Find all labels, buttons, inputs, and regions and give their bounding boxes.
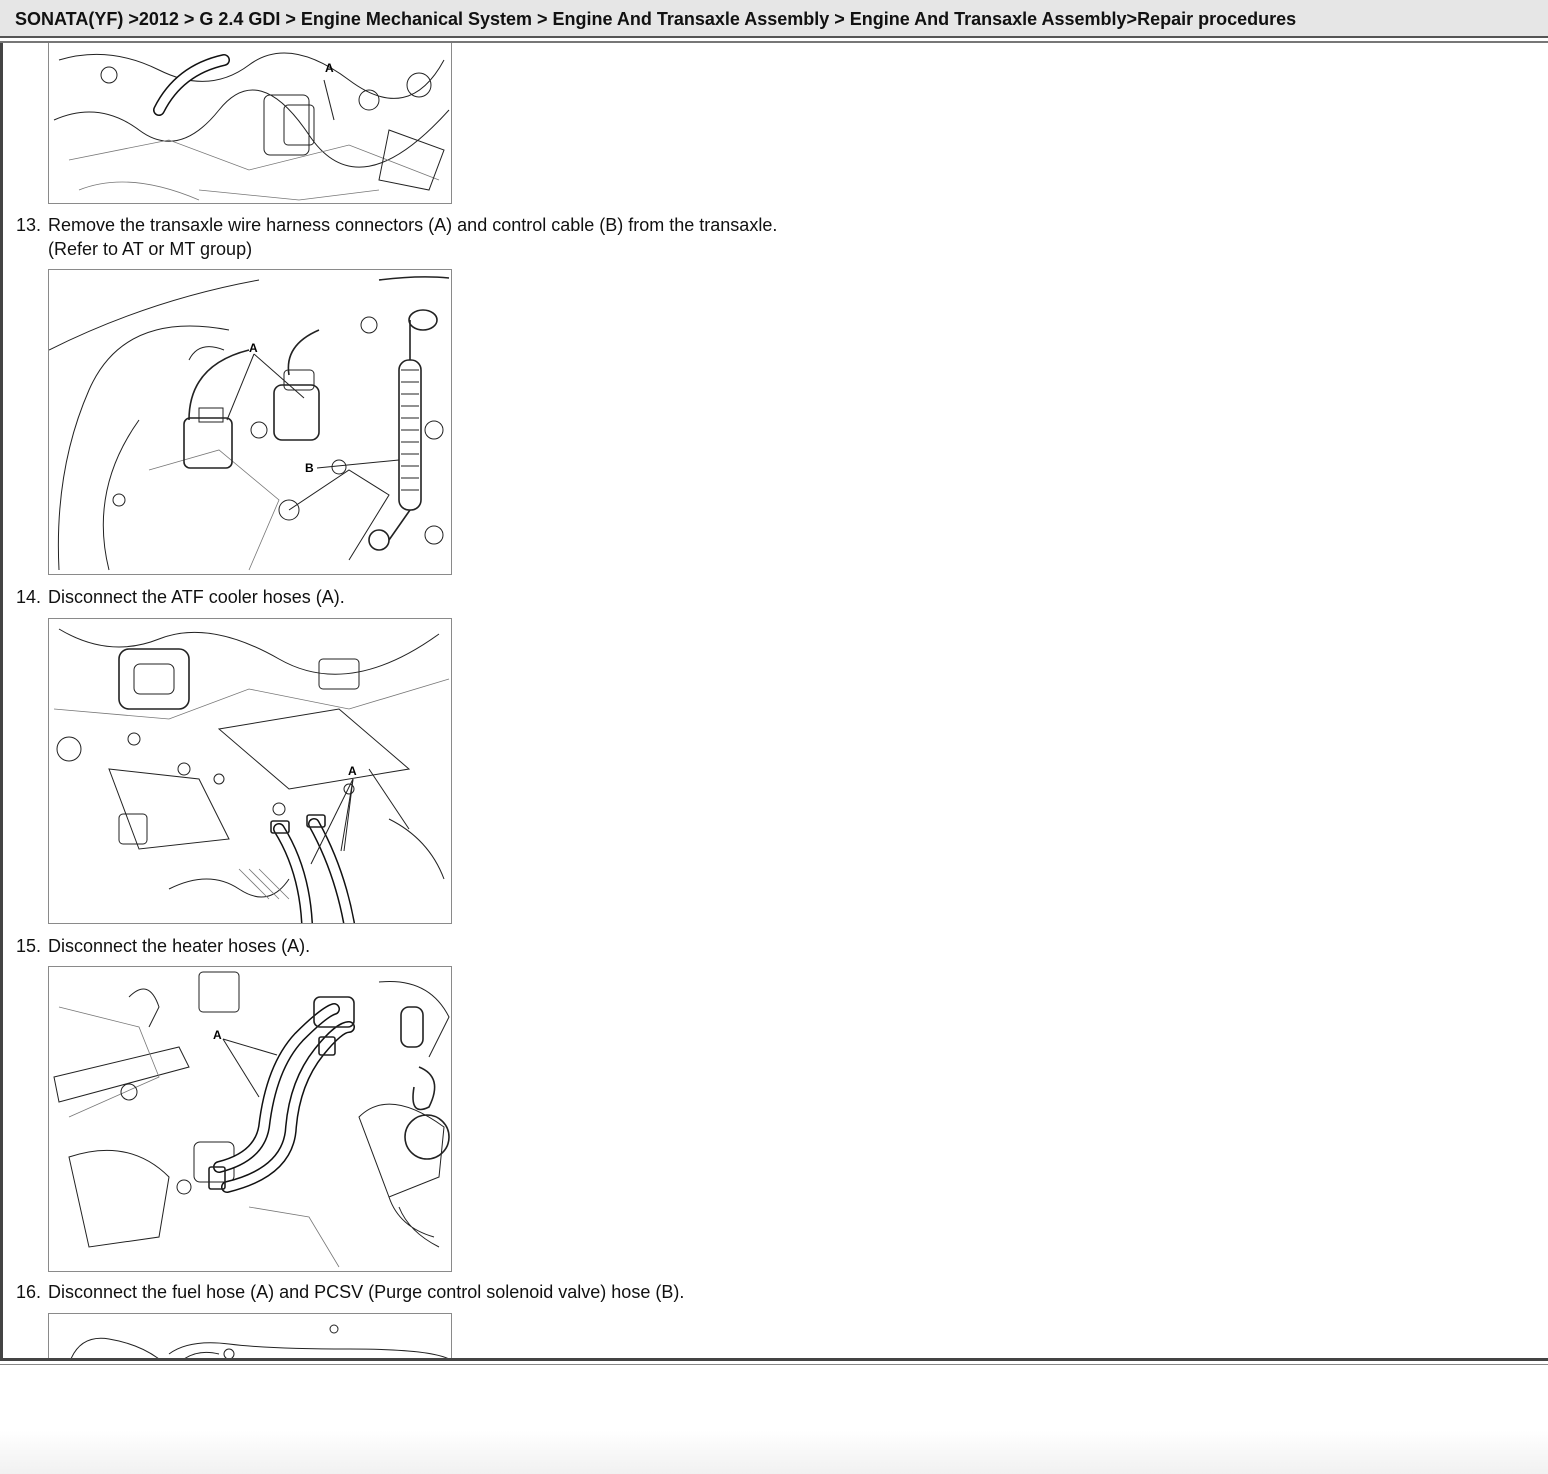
step-16: 16. Disconnect the fuel hose (A) and PCSV… — [16, 1280, 684, 1304]
step-15: 15. Disconnect the heater hoses (A). — [16, 934, 310, 958]
engine-illustration-top: A — [53, 52, 450, 201]
step-number: 14. — [16, 587, 42, 607]
figure-callout-a: A — [348, 764, 357, 778]
step-number: 13. — [16, 215, 42, 235]
header-bar: SONATA(YF) >2012 > G 2.4 GDI > Engine Me… — [0, 0, 1548, 38]
figure-step-13: A B — [48, 269, 452, 575]
heater-hoses-illustration: A — [53, 971, 450, 1268]
step-number: 15. — [16, 936, 42, 956]
atf-cooler-hoses-illustration: A — [53, 628, 450, 923]
figure-step-16: A — [48, 1313, 452, 1358]
figure-step-15: A — [48, 966, 452, 1272]
step-text: Remove the transaxle wire harness connec… — [48, 215, 778, 235]
step-number: 16. — [16, 1282, 42, 1302]
empty-area — [0, 1365, 1548, 1474]
figure-callout-a: A — [325, 61, 334, 75]
step-text: Disconnect the heater hoses (A). — [48, 936, 311, 956]
breadcrumb: SONATA(YF) >2012 > G 2.4 GDI > Engine Me… — [15, 9, 1297, 29]
step-14: 14. Disconnect the ATF cooler hoses (A). — [16, 585, 345, 609]
transaxle-connectors-illustration: A B — [49, 276, 450, 571]
step-text: Disconnect the fuel hose (A) and PCSV (P… — [48, 1282, 685, 1302]
figure-step-14: A — [48, 618, 452, 924]
document-content[interactable]: A 13. Remove the transaxle wire harness c… — [0, 43, 1548, 1361]
fuel-hose-illustration: A — [70, 1324, 448, 1358]
step-13-note: (Refer to AT or MT group) — [48, 239, 253, 259]
step-13: 13. Remove the transaxle wire harness con… — [16, 213, 777, 237]
step-text: Disconnect the ATF cooler hoses (A). — [48, 587, 345, 607]
figure-callout-a: A — [213, 1028, 222, 1042]
figure-callout-b: B — [305, 461, 314, 475]
figure-callout-a: A — [249, 341, 258, 355]
figure-previous-step: A — [48, 43, 452, 204]
